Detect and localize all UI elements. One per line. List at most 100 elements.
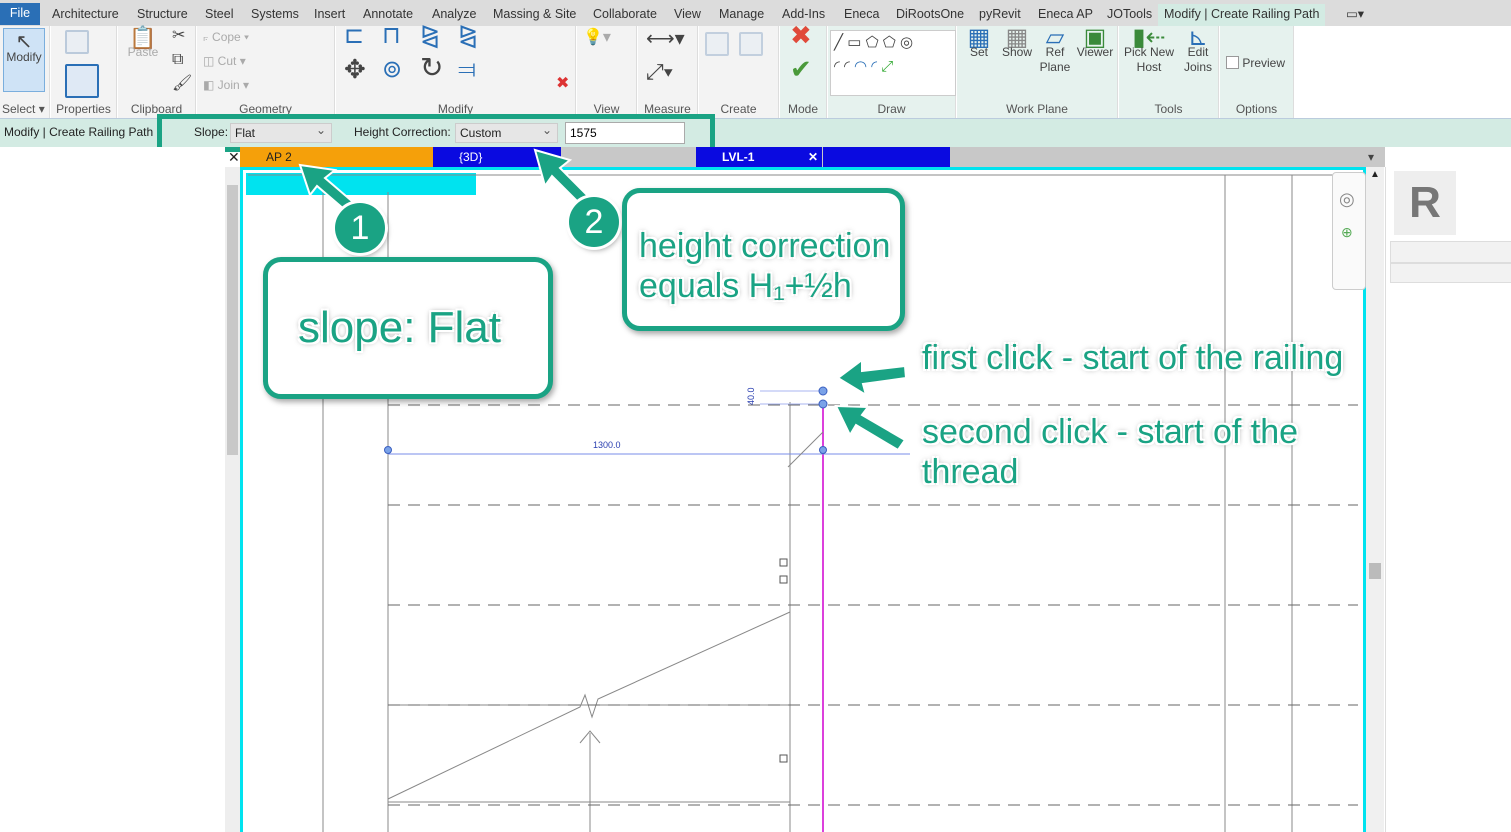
rectangle-icon[interactable]: ▭ bbox=[847, 34, 861, 51]
tab-structure[interactable]: Structure bbox=[131, 4, 194, 26]
tab-eneca[interactable]: Eneca bbox=[838, 4, 885, 26]
minimize-ribbon-icon[interactable]: ▭▾ bbox=[1340, 4, 1370, 26]
align-icon[interactable]: ⊏ bbox=[344, 24, 364, 48]
scroll-up-icon[interactable]: ▲ bbox=[1370, 169, 1380, 180]
close-panel-icon[interactable]: ✕ bbox=[228, 149, 240, 166]
tab-massing-site[interactable]: Massing & Site bbox=[487, 4, 582, 26]
tangent-arc-icon[interactable]: ◠ bbox=[854, 58, 867, 75]
properties-label[interactable]: Properties bbox=[51, 102, 116, 116]
panel-create: Create bbox=[699, 26, 779, 118]
match-properties-icon[interactable]: 🖌 bbox=[172, 76, 192, 92]
panel-measure: ⟷▾ ⤢▾ Measure bbox=[638, 26, 698, 118]
view-tab-bar: AP 2 {3D} LVL-1 ✕ ▾ bbox=[240, 147, 1385, 167]
close-tab-icon[interactable]: ✕ bbox=[808, 147, 818, 167]
create-parts-icon[interactable] bbox=[739, 32, 763, 56]
tab-list-icon[interactable]: ▾ bbox=[1368, 147, 1374, 167]
cope-button[interactable]: ⟔ Cope ▾ bbox=[203, 30, 249, 45]
panel-view: 💡▾ View bbox=[577, 26, 637, 118]
tab-dirootsone[interactable]: DiRootsOne bbox=[890, 4, 970, 26]
context-label: Modify | Create Railing Path bbox=[4, 125, 154, 139]
trim-icon[interactable]: ⫤ bbox=[458, 58, 476, 82]
polygon-icon[interactable]: ⬠ bbox=[866, 34, 879, 51]
copy-element-icon[interactable]: ⊚ bbox=[382, 58, 402, 82]
view-tab-ap2[interactable]: AP 2 bbox=[240, 147, 433, 167]
second-click-note-line2: thread bbox=[922, 453, 1019, 491]
tab-manage[interactable]: Manage bbox=[713, 4, 770, 26]
cursor-arrow-icon: ↖ bbox=[15, 31, 33, 53]
edit-joins-button[interactable]: ⊾ Edit Joins bbox=[1179, 24, 1217, 75]
right-scrollbar[interactable]: ▲ bbox=[1366, 167, 1384, 832]
line-icon[interactable]: ╱ bbox=[834, 34, 843, 51]
circumscribed-polygon-icon[interactable]: ⬠ bbox=[883, 34, 896, 51]
move-icon[interactable]: ✥ bbox=[344, 56, 366, 82]
create-assembly-icon[interactable] bbox=[705, 32, 729, 56]
tab-modify-create-railing-path[interactable]: Modify | Create Railing Path bbox=[1158, 4, 1326, 26]
height-note-line1: height correction bbox=[639, 227, 891, 265]
view-tab-lvl1[interactable]: LVL-1 ✕ bbox=[696, 147, 822, 167]
view-tab-other[interactable] bbox=[823, 147, 950, 167]
endpoint bbox=[819, 446, 827, 454]
tab-view[interactable]: View bbox=[668, 4, 707, 26]
select-dropdown[interactable]: Select ▾ bbox=[0, 102, 49, 116]
preview-checkbox[interactable]: Preview bbox=[1226, 56, 1285, 71]
dimension-icon[interactable]: ⤢▾ bbox=[646, 61, 673, 83]
circle-icon[interactable]: ◎ bbox=[900, 34, 913, 51]
measure-icon[interactable]: ⟷▾ bbox=[646, 29, 685, 49]
panel-clipboard: 📋 Paste ✂ ⧉ 🖌 Clipboard bbox=[118, 26, 196, 118]
tab-file[interactable]: File bbox=[0, 3, 40, 25]
offset-icon[interactable]: ⊓ bbox=[382, 24, 401, 48]
center-arc-icon[interactable]: ◜ bbox=[844, 58, 850, 75]
delete-icon[interactable]: ✖ bbox=[556, 76, 569, 92]
cancel-edit-icon[interactable]: ✖ bbox=[790, 22, 812, 48]
viewer-button[interactable]: ▣ Viewer bbox=[1075, 26, 1115, 60]
cut-geometry-button[interactable]: ◫ Cut ▾ bbox=[203, 54, 246, 69]
paste-button[interactable]: 📋 Paste bbox=[126, 27, 160, 60]
panel-mode: ✖ ✔ Mode bbox=[780, 22, 827, 118]
properties-icon[interactable] bbox=[65, 64, 99, 98]
endpoint bbox=[384, 446, 392, 454]
mirror-draw-icon[interactable]: ⧎ bbox=[458, 24, 478, 48]
tab-pyrevit[interactable]: pyRevit bbox=[973, 4, 1027, 26]
tab-systems[interactable]: Systems bbox=[245, 4, 305, 26]
grip bbox=[779, 558, 788, 567]
view-tab-3d-2[interactable] bbox=[561, 147, 696, 167]
arc-icon[interactable]: ◜ bbox=[834, 58, 840, 75]
hide-icon[interactable]: 💡▾ bbox=[583, 30, 611, 46]
panel-work-plane: ▦ Set ▦ Show ▱ Ref Plane ▣ Viewer Work Plane bbox=[957, 26, 1118, 118]
panel-geometry: ⟔ Cope ▾ ◫ Cut ▾ ◧ Join ▾ Geometry bbox=[197, 26, 335, 118]
fillet-arc-icon[interactable]: ◜ bbox=[871, 58, 877, 75]
work-plane-label: Work Plane bbox=[1006, 102, 1068, 116]
zoom-region-icon[interactable]: ⊕ bbox=[1341, 224, 1365, 241]
copy-icon[interactable]: ⧉ bbox=[172, 52, 183, 68]
join-button[interactable]: ◧ Join ▾ bbox=[203, 78, 249, 93]
panel-tools: ▮⇠ Pick New Host ⊾ Edit Joins Tools bbox=[1119, 26, 1219, 118]
height-callout-box: height correction equals H₁+½h bbox=[622, 188, 905, 331]
rotate-icon[interactable]: ↻ bbox=[420, 54, 443, 82]
slope-callout-box: slope: Flat bbox=[263, 257, 553, 399]
pick-new-host-button[interactable]: ▮⇠ Pick New Host bbox=[1121, 24, 1177, 75]
cut-icon[interactable]: ✂ bbox=[172, 28, 185, 44]
left-scrollbar[interactable] bbox=[225, 167, 240, 832]
tab-eneca-ap[interactable]: Eneca AP bbox=[1032, 4, 1099, 26]
edit-joins-icon: ⊾ bbox=[1187, 24, 1209, 51]
mirror-axis-icon[interactable]: ⧎ bbox=[420, 24, 440, 48]
finish-edit-icon[interactable]: ✔ bbox=[790, 56, 812, 82]
slope-note: slope: Flat bbox=[298, 303, 501, 352]
modify-button[interactable]: ↖ Modify bbox=[3, 28, 45, 92]
tab-jotools[interactable]: JOTools bbox=[1101, 4, 1158, 26]
set-button[interactable]: ▦ Set bbox=[961, 26, 997, 60]
ref-plane-button[interactable]: ▱ Ref Plane bbox=[1037, 26, 1073, 75]
show-button[interactable]: ▦ Show bbox=[999, 26, 1035, 60]
tab-collaborate[interactable]: Collaborate bbox=[587, 4, 663, 26]
dimension-small-text: 40.0 bbox=[746, 387, 756, 405]
panel-select: ↖ Modify Select ▾ bbox=[0, 26, 50, 118]
tab-architecture[interactable]: Architecture bbox=[46, 4, 125, 26]
panel-properties: Properties bbox=[51, 26, 117, 118]
pick-host-icon: ▮⇠ bbox=[1132, 24, 1166, 51]
view-tab-3d[interactable]: {3D} bbox=[433, 147, 561, 167]
draw-tools-gallery[interactable]: ╱ ▭ ⬠ ⬠ ◎ ◜ ◜ ◠ ◜ ⤢ bbox=[830, 30, 956, 96]
pick-lines-icon[interactable]: ⤢ bbox=[881, 58, 893, 75]
tab-steel[interactable]: Steel bbox=[199, 4, 240, 26]
type-properties-icon[interactable] bbox=[65, 30, 89, 54]
steering-wheel-icon[interactable]: ◎ bbox=[1339, 189, 1365, 210]
